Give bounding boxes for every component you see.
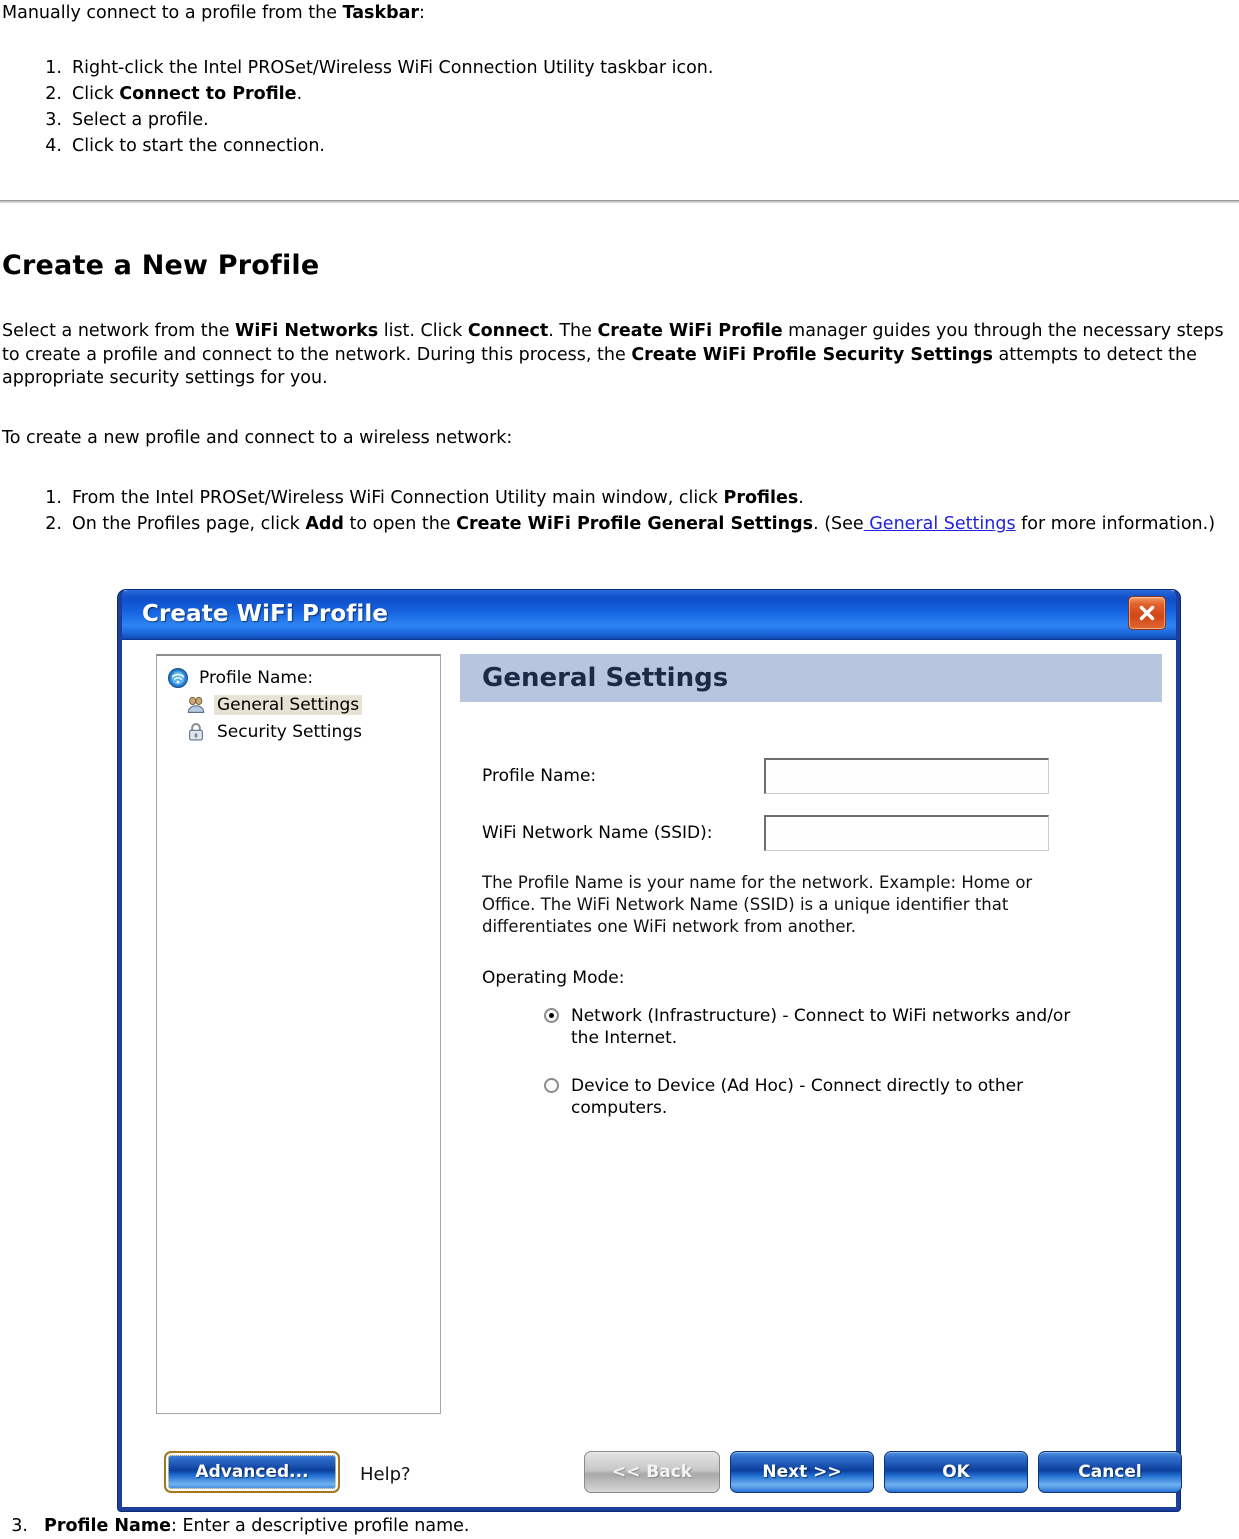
- radio-option-infrastructure[interactable]: Network (Infrastructure) - Connect to Wi…: [482, 1005, 1162, 1049]
- dialog-button-bar: Advanced... Help? << Back Next >> OK Can…: [122, 1445, 1182, 1493]
- p1-b4: Create WiFi Profile Security Settings: [631, 344, 993, 365]
- section-divider: [0, 200, 1239, 203]
- paragraph-to-create: To create a new profile and connect to a…: [2, 428, 513, 448]
- intro-pre: Manually connect to a profile from the: [2, 3, 343, 23]
- profile-name-label: Profile Name:: [482, 766, 597, 786]
- p1-b1: WiFi Networks: [235, 321, 379, 341]
- pane-header-title: General Settings: [482, 663, 729, 693]
- page-title: Create a New Profile: [2, 250, 320, 281]
- field-row-profile-name: Profile Name:: [482, 758, 1162, 794]
- list-text: Select a profile.: [72, 110, 209, 130]
- dialog-body: Profile Name: General Settings Security …: [122, 640, 1182, 1507]
- list-text: Right-click the Intel PROSet/Wireless Wi…: [72, 58, 714, 78]
- list-number: 1.: [45, 58, 62, 78]
- close-icon[interactable]: [1128, 596, 1166, 630]
- list-text-bold: Profiles: [723, 488, 799, 508]
- p1-s1: Select a network from the: [2, 321, 236, 341]
- next-button[interactable]: Next >>: [730, 1451, 874, 1493]
- intro-bold: Taskbar: [342, 3, 420, 23]
- radio-option-adhoc[interactable]: Device to Device (Ad Hoc) - Connect dire…: [482, 1075, 1162, 1119]
- ssid-input[interactable]: [764, 815, 1049, 851]
- back-button[interactable]: << Back: [584, 1451, 720, 1493]
- intro-post: :: [419, 3, 425, 23]
- list-text: From the Intel PROSet/Wireless WiFi Conn…: [72, 488, 724, 508]
- dialog-title: Create WiFi Profile: [142, 601, 389, 627]
- create-wifi-profile-dialog: Create WiFi Profile Profile Name: Genera…: [118, 590, 1182, 1511]
- closing-step-bold: Profile Name: [44, 1516, 171, 1536]
- profile-name-input[interactable]: [764, 758, 1049, 794]
- list-number: 2.: [45, 84, 62, 104]
- list-text-tail: for more information.): [1015, 514, 1216, 534]
- ok-button[interactable]: OK: [884, 1451, 1028, 1493]
- general-settings-form: Profile Name: WiFi Network Name (SSID): …: [460, 704, 1162, 1119]
- settings-pane: General Settings Profile Name: WiFi Netw…: [460, 654, 1162, 1507]
- paragraph-create-profile: Select a network from the WiFi Networks …: [0, 320, 1235, 391]
- list-item: 3. Select a profile.: [0, 107, 1100, 133]
- tree-item-profile-name[interactable]: Profile Name:: [163, 664, 434, 691]
- list-text-see: . (See: [813, 514, 864, 534]
- radio-adhoc-label: Device to Device (Ad Hoc) - Connect dire…: [571, 1076, 1024, 1118]
- p1-s2: list. Click: [378, 321, 468, 341]
- p1-s3: . The: [548, 321, 598, 341]
- p1-b2: Connect: [467, 321, 549, 341]
- list-item: 2. On the Profiles page, click Add to ope…: [0, 511, 1239, 537]
- list-number: 3.: [11, 1516, 28, 1536]
- list-text-mid: to open the: [343, 514, 457, 534]
- advanced-button[interactable]: Advanced...: [164, 1451, 340, 1493]
- general-settings-link[interactable]: General Settings: [864, 514, 1015, 534]
- tree-item-label: Profile Name:: [199, 667, 314, 688]
- list-text-bold: Connect to Profile: [119, 84, 297, 104]
- ssid-label: WiFi Network Name (SSID):: [482, 823, 713, 843]
- wifi-globe-icon: [167, 667, 191, 689]
- list-item: 1. Right-click the Intel PROSet/Wireless …: [0, 55, 1100, 81]
- list-number: 3.: [45, 110, 62, 130]
- list-text-bold: Add: [305, 514, 344, 534]
- list-text-post: .: [798, 488, 804, 508]
- pane-header: General Settings: [460, 654, 1162, 704]
- intro-paragraph: Manually connect to a profile from the T…: [0, 2, 1000, 26]
- operating-mode-label: Operating Mode:: [482, 968, 625, 988]
- cancel-button[interactable]: Cancel: [1038, 1451, 1182, 1493]
- list-text-bold2: Create WiFi Profile General Settings: [456, 514, 814, 534]
- list-item: 2. Click Connect to Profile.: [0, 81, 1100, 107]
- radio-infrastructure-indicator[interactable]: [544, 1008, 559, 1023]
- radio-adhoc-indicator[interactable]: [544, 1078, 559, 1093]
- padlock-icon: [185, 721, 209, 743]
- list-number: 1.: [45, 488, 62, 508]
- field-row-ssid: WiFi Network Name (SSID):: [482, 815, 1162, 851]
- closing-step: 3. Profile Name: Enter a descriptive prof…: [0, 1513, 1100, 1539]
- tree-item-general-settings[interactable]: General Settings: [163, 691, 434, 718]
- list-number: 2.: [45, 514, 62, 534]
- list-item: 1. From the Intel PROSet/Wireless WiFi Co…: [0, 485, 1239, 511]
- list-text: On the Profiles page, click: [72, 514, 306, 534]
- radio-infrastructure-label: Network (Infrastructure) - Connect to Wi…: [571, 1006, 1071, 1048]
- create-steps-list: 1. From the Intel PROSet/Wireless WiFi Co…: [0, 485, 1239, 537]
- profile-tree: Profile Name: General Settings Security …: [156, 654, 441, 1414]
- p1-b3: Create WiFi Profile: [597, 321, 783, 341]
- help-link[interactable]: Help?: [360, 1464, 411, 1485]
- list-text-post: .: [296, 84, 303, 104]
- people-icon: [185, 694, 209, 716]
- list-number: 4.: [45, 136, 62, 156]
- list-text: Click: [72, 84, 120, 104]
- taskbar-steps-list: 1. Right-click the Intel PROSet/Wireless …: [0, 55, 1100, 159]
- tree-item-label: Security Settings: [217, 721, 362, 742]
- closing-step-text: : Enter a descriptive profile name.: [170, 1516, 470, 1536]
- list-text: Click to start the connection.: [72, 136, 325, 156]
- tree-item-label: General Settings: [214, 694, 363, 715]
- tree-item-security-settings[interactable]: Security Settings: [163, 718, 434, 745]
- list-item: 4. Click to start the connection.: [0, 133, 1100, 159]
- dialog-titlebar: Create WiFi Profile: [122, 590, 1176, 640]
- form-help-text: The Profile Name is your name for the ne…: [482, 873, 1033, 936]
